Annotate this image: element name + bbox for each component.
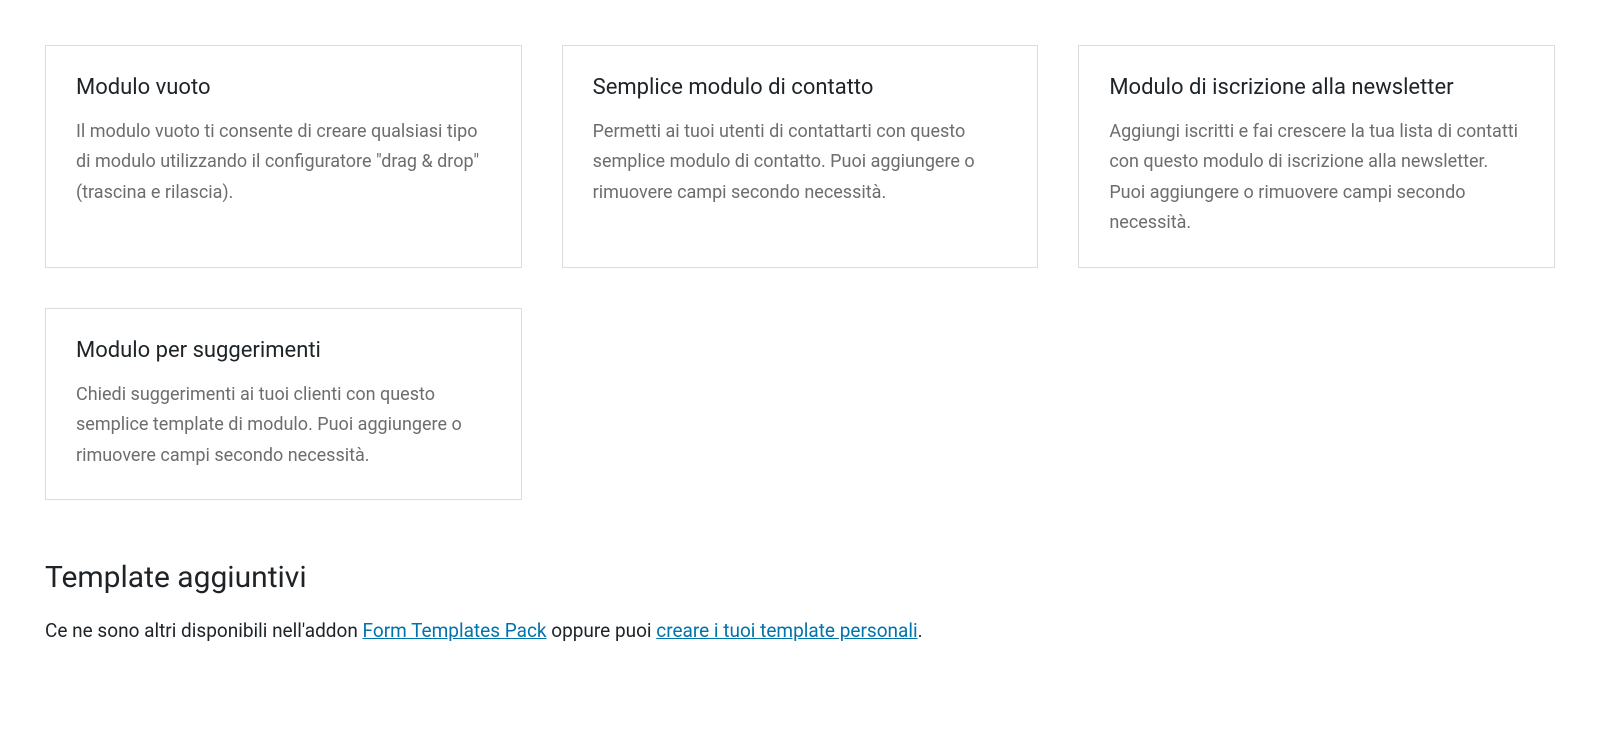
text-after: . <box>918 619 923 642</box>
create-custom-templates-link[interactable]: creare i tuoi template personali <box>656 619 917 642</box>
additional-templates-text: Ce ne sono altri disponibili nell'addon … <box>45 617 1555 646</box>
template-card-blank[interactable]: Modulo vuoto Il modulo vuoto ti consente… <box>45 45 522 268</box>
template-grid: Modulo vuoto Il modulo vuoto ti consente… <box>45 45 1555 500</box>
template-description: Chiedi suggerimenti ai tuoi clienti con … <box>76 380 491 472</box>
template-card-newsletter[interactable]: Modulo di iscrizione alla newsletter Agg… <box>1078 45 1555 268</box>
additional-templates-heading: Template aggiuntivi <box>45 560 1555 595</box>
template-title: Modulo per suggerimenti <box>76 337 491 366</box>
additional-templates-section: Template aggiuntivi Ce ne sono altri dis… <box>45 560 1555 646</box>
template-title: Semplice modulo di contatto <box>593 74 1008 103</box>
template-description: Permetti ai tuoi utenti di contattarti c… <box>593 117 1008 209</box>
text-middle: oppure puoi <box>547 619 657 642</box>
form-templates-pack-link[interactable]: Form Templates Pack <box>363 619 547 642</box>
template-title: Modulo vuoto <box>76 74 491 103</box>
template-description: Il modulo vuoto ti consente di creare qu… <box>76 117 491 209</box>
template-title: Modulo di iscrizione alla newsletter <box>1109 74 1524 103</box>
template-description: Aggiungi iscritti e fai crescere la tua … <box>1109 117 1524 239</box>
template-card-simple-contact[interactable]: Semplice modulo di contatto Permetti ai … <box>562 45 1039 268</box>
text-before: Ce ne sono altri disponibili nell'addon <box>45 619 363 642</box>
template-card-suggestion[interactable]: Modulo per suggerimenti Chiedi suggerime… <box>45 308 522 500</box>
